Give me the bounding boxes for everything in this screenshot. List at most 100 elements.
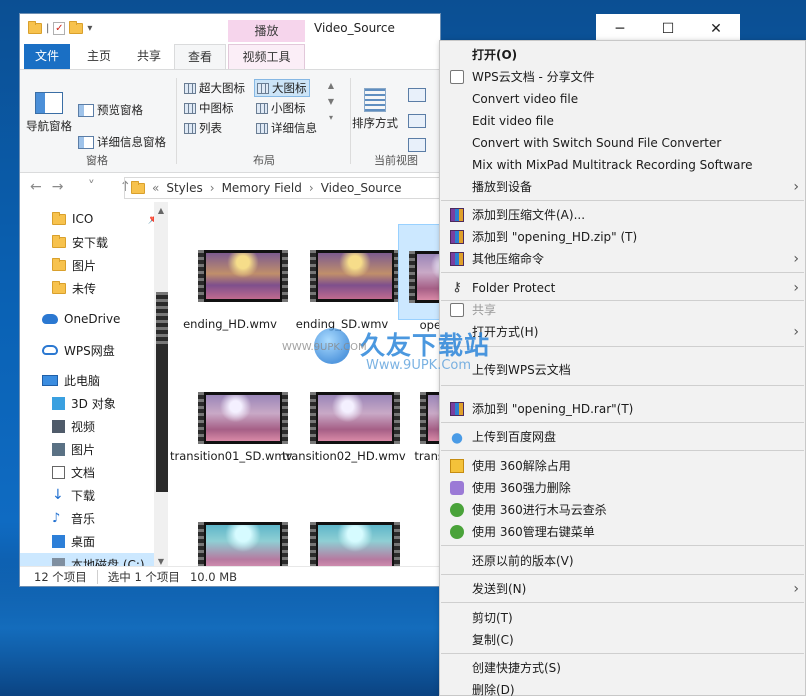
menu-item-cast-to-device[interactable]: 播放到设备 › xyxy=(440,176,805,198)
nav-item-unsent[interactable]: 未传 xyxy=(20,277,168,299)
menu-label: 添加到压缩文件(A)... xyxy=(472,208,586,222)
menu-label: 其他压缩命令 xyxy=(472,252,545,266)
scroll-up-arrow[interactable]: ▲ xyxy=(154,206,168,215)
nav-item-music[interactable]: ♪ 音乐 xyxy=(20,507,168,529)
large-icons-option[interactable]: 大图标 xyxy=(254,79,310,97)
sort-by-label: 排序方式 xyxy=(352,116,398,130)
nav-item-label: 图片 xyxy=(71,442,96,457)
size-columns-icon[interactable] xyxy=(408,138,426,152)
videos-icon xyxy=(52,419,65,433)
menu-item-upload-baidu[interactable]: 上传到百度网盘 xyxy=(440,426,805,448)
nav-item-downloads[interactable]: ↓ 下载 xyxy=(20,484,168,506)
breadcrumb-memory-field[interactable]: Memory Field xyxy=(222,181,302,195)
details-pane-button[interactable]: 详细信息窗格 xyxy=(78,134,166,150)
menu-item-restore[interactable]: 还原以前的版本(V) xyxy=(440,550,805,572)
video-thumbnail xyxy=(310,522,400,568)
title-bar: | ✓ ▾ 播放 Video_Source xyxy=(20,14,440,44)
winrar-icon xyxy=(450,208,464,222)
video-thumbnail xyxy=(310,250,400,302)
file-item[interactable] xyxy=(282,472,402,568)
menu-item-mix-mixpad[interactable]: Mix with MixPad Multitrack Recording Sof… xyxy=(440,154,805,176)
add-columns-icon[interactable] xyxy=(408,114,426,128)
nav-item-ico[interactable]: ICO 📌 xyxy=(20,208,168,230)
menu-item-360-manage[interactable]: 使用 360管理右键菜单 xyxy=(440,521,805,543)
customize-dropdown-icon[interactable]: ▾ xyxy=(87,23,92,34)
folder-icon[interactable] xyxy=(28,21,42,34)
file-item[interactable] xyxy=(170,472,290,568)
nav-item-onedrive[interactable]: OneDrive xyxy=(20,308,168,330)
tab-video-tools[interactable]: 视频工具 xyxy=(228,44,305,69)
menu-item-delete[interactable]: 删除(D) xyxy=(440,679,805,696)
details-option[interactable]: 详细信息 xyxy=(256,120,317,136)
new-folder-icon[interactable] xyxy=(69,21,84,34)
menu-item-edit-video[interactable]: Edit video file xyxy=(440,110,805,132)
extra-large-icons-option[interactable]: 超大图标 xyxy=(184,80,245,96)
menu-label: 剪切(T) xyxy=(472,611,513,625)
menu-item-share[interactable]: 共享 xyxy=(440,299,805,321)
menu-item-360-unlock[interactable]: 使用 360解除占用 xyxy=(440,455,805,477)
menu-item-open[interactable]: 打开(O) xyxy=(440,44,805,66)
large-icons-label: 大图标 xyxy=(272,81,307,95)
menu-item-other-compress[interactable]: 其他压缩命令 › xyxy=(440,248,805,270)
nav-item-pictures[interactable]: 图片 xyxy=(20,438,168,460)
menu-item-add-archive[interactable]: 添加到压缩文件(A)... xyxy=(440,204,805,226)
menu-item-add-zip[interactable]: 添加到 "opening_HD.zip" (T) xyxy=(440,226,805,248)
nav-pane-scrollbar[interactable]: ▲ ▼ xyxy=(154,202,168,568)
preview-pane-button[interactable]: 预览窗格 xyxy=(78,102,143,118)
nav-item-this-pc[interactable]: 此电脑 xyxy=(20,369,168,391)
file-name: ending_HD.wmv xyxy=(183,317,277,331)
download-arrow-icon: ↓ xyxy=(52,486,64,503)
breadcrumb-styles[interactable]: Styles xyxy=(166,181,202,195)
nav-item-wps[interactable]: WPS网盘 xyxy=(20,339,168,361)
folder-icon xyxy=(52,234,66,248)
nav-item-downloads-cn[interactable]: 安下载 xyxy=(20,231,168,253)
window-title: Video_Source xyxy=(314,21,395,35)
file-item[interactable]: transition01_SD.wmv xyxy=(170,336,292,466)
navigation-pane-button[interactable]: 导航窗格 xyxy=(26,92,72,134)
winrar-icon xyxy=(450,230,464,244)
nav-item-3d-objects[interactable]: 3D 对象 xyxy=(20,392,168,414)
menu-item-cut[interactable]: 剪切(T) xyxy=(440,607,805,629)
menu-item-folder-protect[interactable]: ⚷ Folder Protect › xyxy=(440,277,805,299)
nav-item-label: 安下载 xyxy=(72,235,109,250)
menu-label: Edit video file xyxy=(472,114,554,128)
tab-home[interactable]: 主页 xyxy=(76,44,122,69)
group-by-icon[interactable] xyxy=(408,88,426,102)
file-item-selected[interactable]: open xyxy=(398,224,440,332)
nav-item-videos[interactable]: 视频 xyxy=(20,415,168,437)
onedrive-icon xyxy=(42,314,58,324)
breadcrumb-video-source[interactable]: Video_Source xyxy=(321,181,402,195)
file-item[interactable]: ending_HD.wmv xyxy=(170,212,290,332)
file-explorer-window: | ✓ ▾ 播放 Video_Source 文件 主页 共享 查看 视频工具 导… xyxy=(20,14,440,586)
nav-item-desktop[interactable]: 桌面 xyxy=(20,530,168,552)
chevron-right-icon: › xyxy=(793,581,799,597)
medium-icons-option[interactable]: 中图标 xyxy=(184,100,234,116)
breadcrumb-overflow[interactable]: « xyxy=(152,181,159,195)
tab-share[interactable]: 共享 xyxy=(126,44,172,69)
menu-item-360-force-delete[interactable]: 使用 360强力删除 xyxy=(440,477,805,499)
menu-item-wps-share[interactable]: WPS云文档 - 分享文件 xyxy=(440,66,805,88)
menu-item-convert-switch[interactable]: Convert with Switch Sound File Converter xyxy=(440,132,805,154)
scrollbar-thumb[interactable] xyxy=(156,292,168,492)
360-unlock-icon xyxy=(450,459,464,473)
sort-by-button[interactable]: 排序方式 xyxy=(352,88,398,131)
menu-item-360-scan[interactable]: 使用 360进行木马云查杀 xyxy=(440,499,805,521)
nav-item-documents[interactable]: 文档 xyxy=(20,461,168,483)
nav-item-pictures-folder[interactable]: 图片 xyxy=(20,254,168,276)
menu-item-copy[interactable]: 复制(C) xyxy=(440,629,805,651)
tab-file[interactable]: 文件 xyxy=(24,44,70,69)
address-bar[interactable]: « Styles › Memory Field › Video_Source xyxy=(124,177,440,199)
menu-item-create-shortcut[interactable]: 创建快捷方式(S) xyxy=(440,657,805,679)
menu-item-send-to[interactable]: 发送到(N) › xyxy=(440,578,805,600)
small-icons-option[interactable]: 小图标 xyxy=(256,100,306,116)
list-option[interactable]: 列表 xyxy=(184,120,222,136)
properties-icon[interactable]: ✓ xyxy=(53,22,66,35)
menu-item-convert-video[interactable]: Convert video file xyxy=(440,88,805,110)
menu-label: 添加到 "opening_HD.rar"(T) xyxy=(472,402,634,416)
tab-view[interactable]: 查看 xyxy=(174,44,226,69)
menu-item-add-rar[interactable]: 添加到 "opening_HD.rar"(T) xyxy=(440,398,805,420)
scroll-down-arrow[interactable]: ▼ xyxy=(154,557,168,566)
file-item[interactable]: ending_SD.wmv xyxy=(282,212,402,332)
nav-item-label: OneDrive xyxy=(64,312,121,326)
layout-scroll-arrows[interactable]: ▲ ▼ ▾ xyxy=(326,78,336,138)
